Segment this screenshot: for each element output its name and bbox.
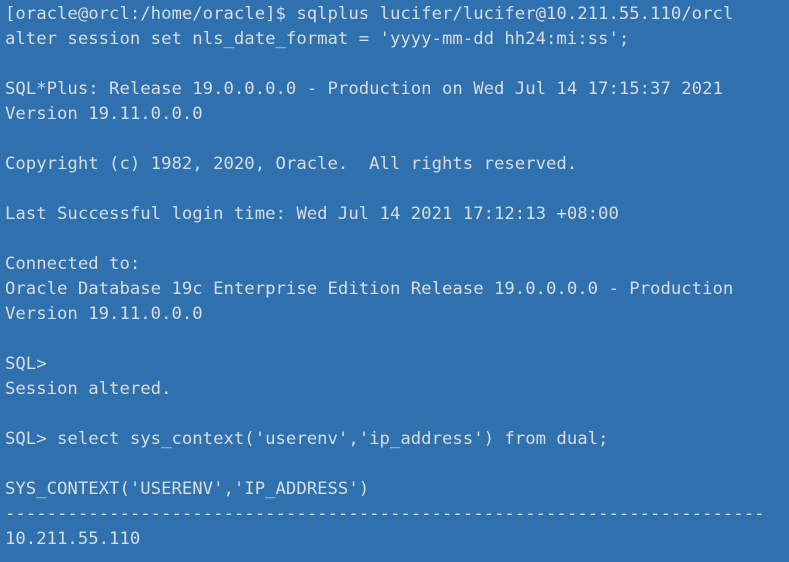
terminal-rule-line: ----------------------------------------… [5,504,765,524]
terminal-line: SQL> select sys_context('userenv','ip_ad… [5,429,609,449]
terminal-line: SYS_CONTEXT('USERENV','IP_ADDRESS') [5,479,370,499]
terminal-line: Session altered. [5,379,172,399]
terminal-line: Last Successful login time: Wed Jul 14 2… [5,204,619,224]
terminal-line: Version 19.11.0.0.0 [5,104,203,124]
terminal-line: Oracle Database 19c Enterprise Edition R… [5,279,734,299]
terminal-line: Connected to: [5,254,141,274]
terminal-line: SQL*Plus: Release 19.0.0.0.0 - Productio… [5,79,723,99]
terminal-line: Version 19.11.0.0.0 [5,304,203,324]
terminal-line: alter session set nls_date_format = 'yyy… [5,29,630,49]
terminal-line: 10.211.55.110 [5,529,141,549]
terminal-line: Copyright (c) 1982, 2020, Oracle. All ri… [5,154,578,174]
terminal-line: SQL> [5,354,47,374]
terminal-window[interactable]: [oracle@orcl:/home/oracle]$ sqlplus luci… [0,0,789,562]
terminal-output[interactable]: [oracle@orcl:/home/oracle]$ sqlplus luci… [5,2,789,552]
terminal-line: [oracle@orcl:/home/oracle]$ sqlplus luci… [5,4,734,24]
